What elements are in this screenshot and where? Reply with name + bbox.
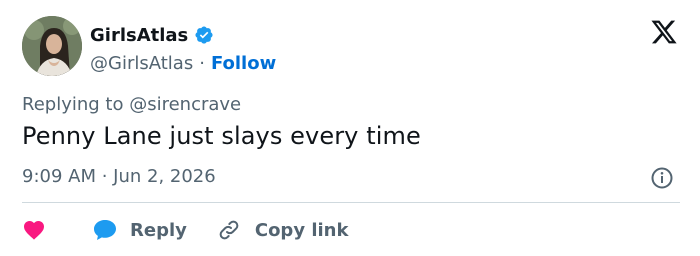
heart-icon[interactable] [22, 218, 46, 242]
follow-button[interactable]: Follow [211, 53, 276, 74]
author-identity: GirlsAtlas @GirlsAtlas · Follow [90, 22, 276, 76]
reply-label: Reply [130, 219, 187, 241]
handle-row: @GirlsAtlas · Follow [90, 50, 276, 76]
avatar-image [22, 16, 82, 76]
x-logo-icon[interactable] [650, 18, 678, 46]
avatar[interactable] [22, 16, 82, 76]
timestamp[interactable]: 9:09 AM · Jun 2, 2026 [22, 166, 216, 187]
verified-badge-icon [195, 26, 213, 44]
copy-link-button[interactable]: Copy link [217, 218, 349, 242]
reply-button[interactable]: Reply [92, 218, 187, 242]
handle[interactable]: @GirlsAtlas [90, 53, 193, 74]
link-icon [219, 220, 239, 240]
copy-link-label: Copy link [254, 219, 349, 241]
speech-bubble-icon [94, 220, 116, 240]
name-row: GirlsAtlas [90, 22, 276, 48]
tweet-text: Penny Lane just slays every time [22, 122, 421, 150]
display-name[interactable]: GirlsAtlas [90, 25, 188, 46]
action-bar: Reply Copy link [22, 214, 348, 246]
separator-dot: · [199, 52, 205, 74]
divider [22, 202, 680, 203]
reply-context[interactable]: Replying to @sirencrave [22, 94, 241, 115]
tweet-card: GirlsAtlas @GirlsAtlas · Follow Replying… [0, 0, 700, 256]
info-icon[interactable] [650, 166, 674, 190]
